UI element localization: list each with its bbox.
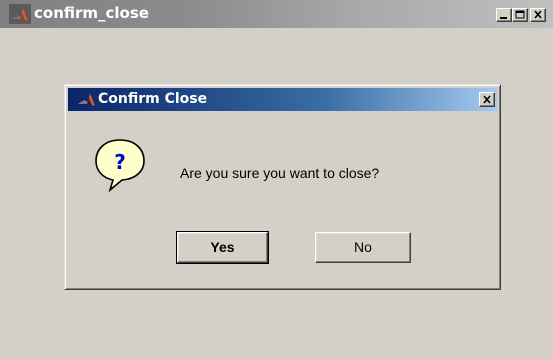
question-balloon-icon: ? [95,139,145,193]
window-title: confirm_close [34,4,149,22]
close-icon [483,95,491,104]
yes-button[interactable]: Yes [176,231,269,264]
maximize-icon [515,10,525,19]
confirm-dialog: Confirm Close ? Are you sure you want to… [64,84,501,290]
window-titlebar[interactable]: confirm_close [0,0,553,28]
close-icon [534,10,542,19]
matlab-icon [9,4,31,24]
minimize-icon [500,17,507,19]
matlab-icon [78,93,95,106]
minimize-button[interactable] [496,8,512,22]
dialog-titlebar[interactable]: Confirm Close [68,88,497,111]
maximize-button[interactable] [512,8,528,22]
dialog-message: Are you sure you want to close? [180,165,380,181]
dialog-close-button[interactable] [479,92,495,107]
main-window: confirm_close Confirm Close ? Are you su… [0,0,553,359]
no-button[interactable]: No [315,232,411,263]
close-button[interactable] [530,8,546,22]
svg-text:?: ? [114,150,126,174]
dialog-title: Confirm Close [98,91,208,107]
